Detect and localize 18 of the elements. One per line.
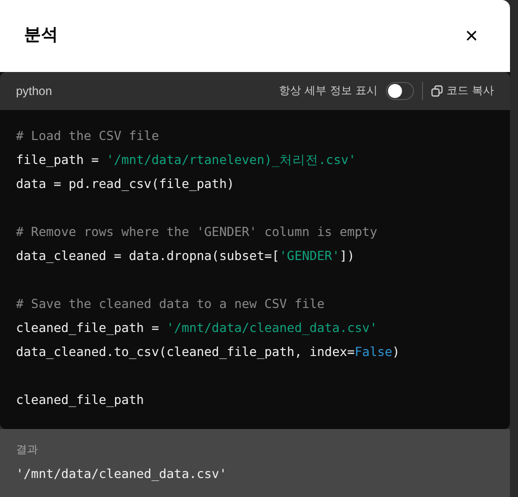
code-line: cleaned_file_path [16,391,145,409]
code-line: file_path = '/mnt/data/rtaneleven)_처리전.csv' [16,151,358,169]
result-label: 결과 [16,442,39,458]
language-label: python [16,83,52,100]
code-line: # Remove rows where the 'GENDER' column is empty [16,223,378,241]
code-line: data_cleaned = data.dropna(subset=['GENDER']) [16,247,356,265]
close-button[interactable]: × [461,25,482,47]
code-line: data_cleaned.to_csv(cleaned_file_path, index=False) [16,343,401,361]
code-line: # Save the cleaned data to a new CSV file [16,295,326,313]
code-line: cleaned_file_path = '/mnt/data/cleaned_data.csv' [16,319,378,337]
details-toggle[interactable] [386,82,414,100]
copy-code-button[interactable]: 코드 복사 [430,82,494,100]
copy-icon [430,85,442,97]
dialog-title: 분석 [24,24,58,48]
code-line: data = pd.read_csv(file_path) [16,175,236,193]
code-line: # Load the CSV file [16,127,160,145]
result-value: '/mnt/data/cleaned_data.csv' [16,464,228,483]
toggle-label: 항상 세부 정보 표시 [279,82,378,99]
